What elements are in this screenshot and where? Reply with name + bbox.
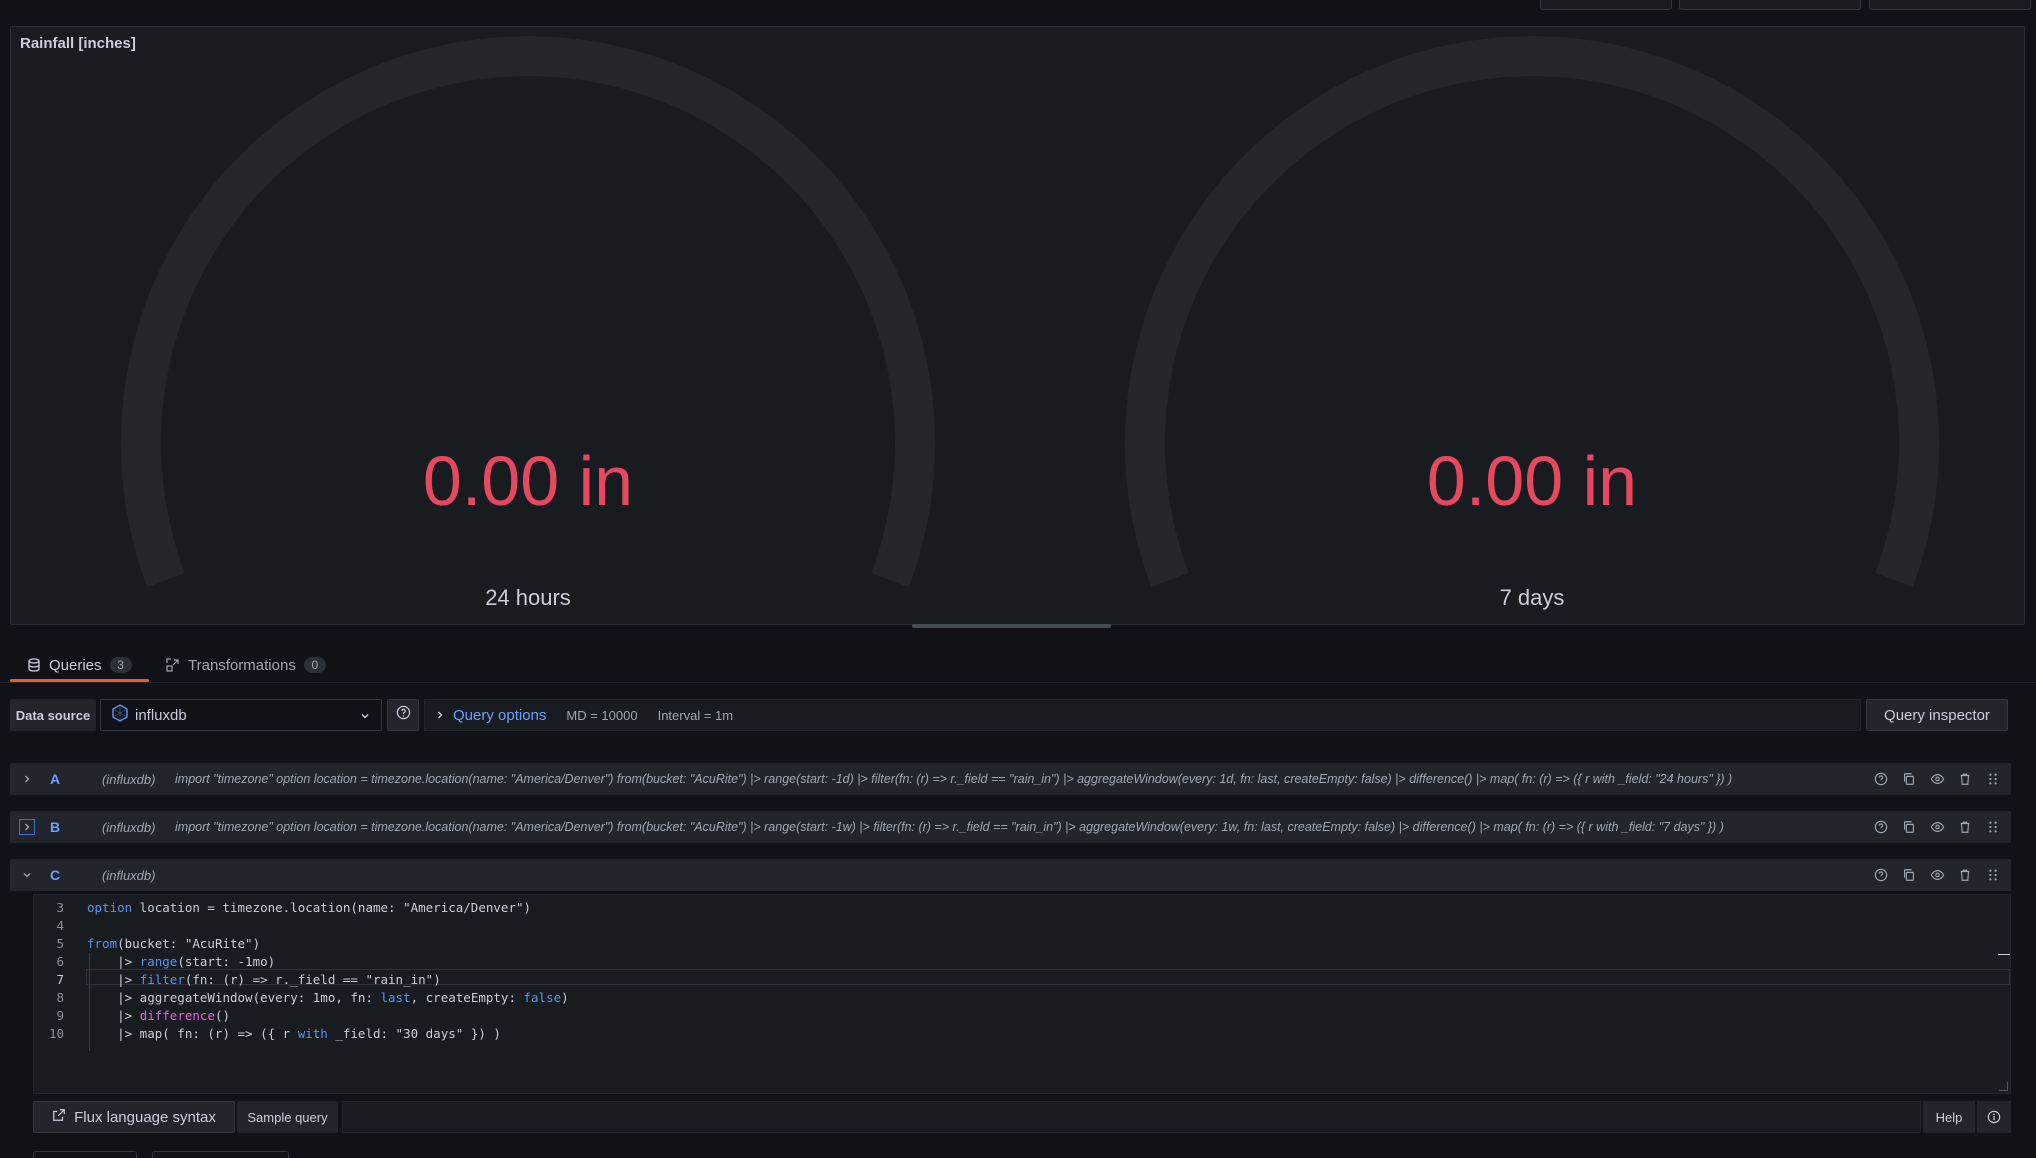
copy-icon[interactable] [1901,867,1917,883]
chevron-down-icon [23,873,31,878]
flux-syntax-label: Flux language syntax [74,1108,216,1126]
help-icon[interactable] [1873,867,1889,883]
copy-icon[interactable] [1901,819,1917,835]
code-line[interactable]: 6 |> range(start: -1mo) [34,953,2010,971]
trash-icon[interactable] [1957,819,1973,835]
line-number: 5 [56,936,64,951]
chevron-right-icon [435,710,445,720]
info-circle-icon[interactable] [1977,1101,2011,1133]
copy-icon[interactable] [1901,771,1917,787]
expand-query-b[interactable] [19,819,35,835]
gauge-value-7d: 0.00 in [1426,442,1638,520]
code-line[interactable]: 4 [34,917,2010,935]
query-options-title[interactable]: Query options [453,707,546,724]
refresh-button[interactable] [1679,0,1861,10]
query-ref-b[interactable]: B [50,819,60,835]
query-inspector-button[interactable]: Query inspector [1866,699,2008,731]
database-icon [27,658,41,672]
datasource-selected: influxdb [135,706,187,724]
drag-handle-icon[interactable] [1985,771,2001,787]
influxdb-icon [111,704,129,726]
datasource-label: Data source [10,699,96,731]
query-actions-b [1873,819,2001,835]
gauge-panel: Rainfall [inches] 0.00 in 24 hours 0.00 … [10,26,2025,625]
tab-queries[interactable]: Queries 3 [27,653,132,677]
query-row-b[interactable]: B (influxdb) import "timezone" option lo… [10,811,2011,843]
eye-icon[interactable] [1929,819,1945,835]
line-number: 3 [56,900,64,915]
line-number: 8 [56,990,64,1005]
tab-queries-label: Queries [49,656,102,674]
question-circle-icon [396,705,411,725]
query-datasource-c: (influxdb) [102,867,156,883]
query-options-interval: Interval = 1m [657,707,734,723]
code-line[interactable]: 3 option location = timezone.location(nam… [34,899,2010,917]
gauge-arcs [121,36,1939,588]
gauge-label-24h: 24 hours [485,585,571,610]
code-line[interactable]: 9 |> difference() [34,1007,2010,1025]
help-icon[interactable] [1873,819,1889,835]
tabs-divider [0,682,2036,683]
trash-icon[interactable] [1957,867,1973,883]
trash-icon[interactable] [1957,771,1973,787]
query-text-a: import "timezone" option location = time… [175,772,1733,786]
code-text: from(bucket: "AcuRite") [87,936,261,951]
chevron-down-icon [359,709,371,726]
query-options-md: MD = 10000 [566,707,638,723]
line-number: 10 [48,1026,64,1041]
help-icon[interactable] [1873,771,1889,787]
sample-query-button[interactable]: Sample query [237,1101,338,1133]
query-actions-a [1873,771,2001,787]
flux-code-editor[interactable]: 3 option location = timezone.location(nam… [33,894,2011,1094]
tab-transformations-count: 0 [303,657,326,673]
code-line[interactable]: 5 from(bucket: "AcuRite") [34,935,2010,953]
line-number: 7 [56,972,64,987]
code-text: option location = timezone.location(name… [87,900,532,915]
tab-queries-count: 3 [109,657,132,673]
chevron-right-icon [25,823,30,831]
editor-footer-bar [342,1101,1921,1133]
code-line[interactable]: 10 |> map( fn: (r) => ({ r with _field: … [34,1025,2010,1043]
eye-icon[interactable] [1929,867,1945,883]
datasource-select[interactable]: influxdb [100,699,382,731]
time-range-picker[interactable] [1540,0,1672,10]
datasource-help-button[interactable] [387,699,419,731]
code-line[interactable]: 7 |> filter(fn: (r) => r._field == "rain… [34,971,2010,989]
line-number: 4 [56,918,64,933]
panel-resize-handle[interactable] [912,624,1111,628]
drag-handle-icon[interactable] [1985,867,2001,883]
panel-options-button[interactable] [1869,0,2031,10]
chevron-right-icon [25,775,30,783]
query-row-a[interactable]: A (influxdb) import "timezone" option lo… [10,763,2011,795]
query-datasource-b: (influxdb) [102,819,156,835]
eye-icon[interactable] [1929,771,1945,787]
code-text: |> range(start: -1mo) [87,954,276,969]
code-line[interactable]: 8 |> aggregateWindow(every: 1mo, fn: las… [34,989,2010,1007]
code-text: |> filter(fn: (r) => r._field == "rain_i… [87,972,441,987]
query-row-c[interactable]: C (influxdb) [10,859,2011,891]
query-text-b: import "timezone" option location = time… [175,820,1724,834]
external-link-icon [52,1108,66,1126]
query-datasource-a: (influxdb) [102,771,156,787]
gauge-label-7d: 7 days [1499,585,1565,610]
flux-syntax-link[interactable]: Flux language syntax [33,1101,235,1133]
tab-transformations[interactable]: Transformations 0 [166,653,326,677]
code-text: |> difference() [87,1008,231,1023]
query-ref-a[interactable]: A [50,771,60,787]
drag-handle-icon[interactable] [1985,819,2001,835]
editor-resize-grip[interactable] [1999,1082,2008,1091]
transform-icon [166,658,180,672]
line-number: 9 [56,1008,64,1023]
tab-transformations-label: Transformations [188,656,296,674]
gauge-value-24h: 0.00 in [422,442,634,520]
code-text: |> map( fn: (r) => ({ r with _field: "30… [87,1026,501,1041]
line-number: 6 [56,954,64,969]
query-ref-c[interactable]: C [50,867,60,883]
collapse-query-c[interactable] [19,867,35,883]
help-button[interactable]: Help [1923,1101,1975,1133]
query-options-bar[interactable]: Query options MD = 10000 Interval = 1m [424,699,1861,731]
code-text: |> aggregateWindow(every: 1mo, fn: last,… [87,990,569,1005]
query-actions-c [1873,867,2001,883]
expand-query-a[interactable] [19,771,35,787]
